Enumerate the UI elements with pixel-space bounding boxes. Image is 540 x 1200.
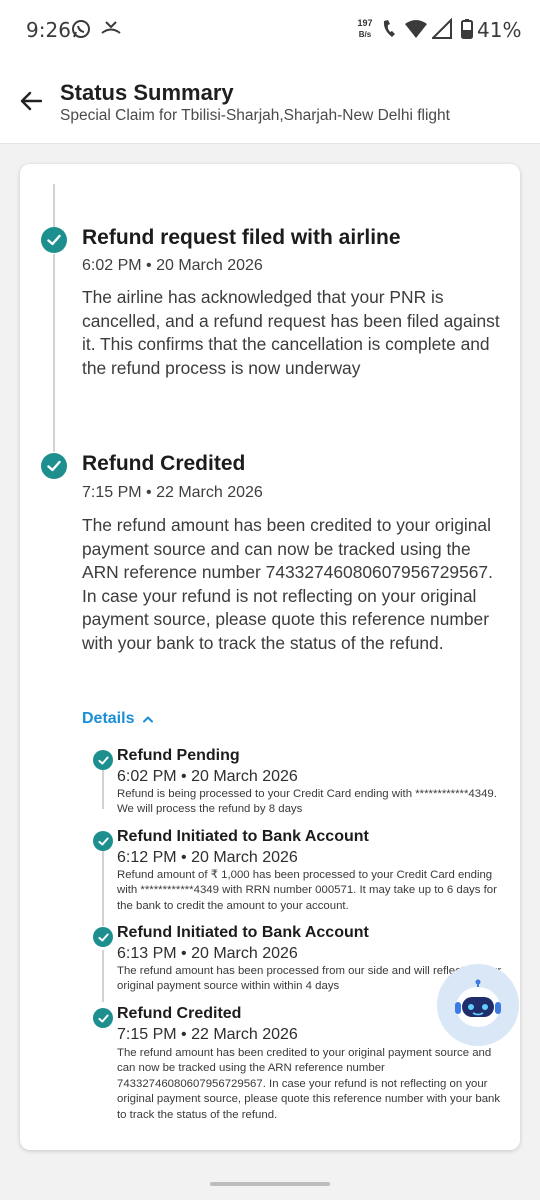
sub-timeline-line xyxy=(102,950,104,1002)
step-timestamp: 6:02 PM • 20 March 2026 xyxy=(82,257,263,274)
timeline-line xyxy=(53,184,55,228)
app-bar: Status Summary Special Claim for Tbilisi… xyxy=(0,60,540,144)
detail-title: Refund Initiated to Bank Account xyxy=(117,828,369,845)
battery-percentage: 41% xyxy=(477,18,522,42)
check-icon xyxy=(93,927,113,947)
detail-timestamp: 6:02 PM • 20 March 2026 xyxy=(117,768,298,785)
signal-icon xyxy=(430,17,452,45)
back-button[interactable] xyxy=(14,84,48,118)
check-icon xyxy=(93,831,113,851)
detail-timestamp: 7:15 PM • 22 March 2026 xyxy=(117,1026,298,1043)
detail-title: Refund Credited xyxy=(117,1005,242,1022)
wifi-icon xyxy=(404,18,428,45)
details-label: Details xyxy=(82,710,135,727)
chatbot-button[interactable] xyxy=(437,964,519,1046)
details-toggle[interactable]: Details xyxy=(82,710,154,728)
sub-timeline-line xyxy=(102,838,104,926)
page-subtitle: Special Claim for Tbilisi-Sharjah,Sharja… xyxy=(60,107,450,124)
whatsapp-icon xyxy=(70,18,92,45)
step-title: Refund Credited xyxy=(82,452,246,475)
status-time: 9:26 xyxy=(26,18,71,42)
step-description: The airline has acknowledged that your P… xyxy=(82,287,500,378)
detail-title: Refund Initiated to Bank Account xyxy=(117,924,369,941)
chevron-up-icon xyxy=(143,716,154,723)
system-nav-bar xyxy=(0,1168,540,1200)
missed-call-icon xyxy=(100,18,122,45)
detail-description: The refund amount has been credited to y… xyxy=(117,1047,501,1121)
step-description: The refund amount has been credited to y… xyxy=(82,515,493,653)
detail-timestamp: 6:13 PM • 20 March 2026 xyxy=(117,945,298,962)
check-icon xyxy=(41,227,67,253)
back-arrow-icon xyxy=(20,91,42,111)
detail-title: Refund Pending xyxy=(117,747,240,764)
step-title: Refund request filed with airline xyxy=(82,226,401,249)
step-timestamp: 7:15 PM • 22 March 2026 xyxy=(82,484,263,501)
check-icon xyxy=(93,1008,113,1028)
network-speed: 197 B/s xyxy=(354,18,376,40)
wifi-call-icon xyxy=(380,18,402,45)
robot-icon xyxy=(455,979,501,1027)
status-bar: 9:26 197 B/s 41% xyxy=(0,0,540,60)
timeline-line xyxy=(53,254,55,452)
network-speed-value: 197 xyxy=(357,18,373,28)
check-icon xyxy=(41,453,67,479)
page-title: Status Summary xyxy=(60,80,234,105)
detail-description: Refund amount of ₹ 1,000 has been proces… xyxy=(117,869,497,912)
check-icon xyxy=(93,750,113,770)
home-gesture-bar[interactable] xyxy=(210,1182,330,1186)
network-speed-unit: B/s xyxy=(358,30,372,39)
detail-description: Refund is being processed to your Credit… xyxy=(117,788,497,816)
detail-timestamp: 6:12 PM • 20 March 2026 xyxy=(117,849,298,866)
battery-icon xyxy=(460,18,474,45)
